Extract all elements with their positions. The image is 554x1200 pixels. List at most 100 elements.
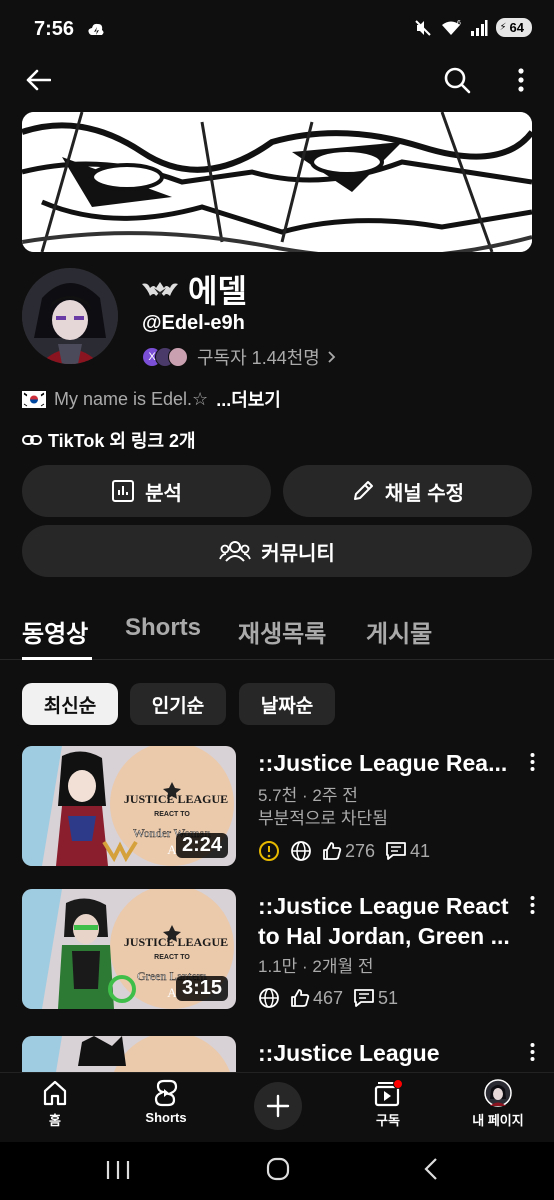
comment-count: 51 [378, 987, 399, 1008]
thumbnail-art [22, 1036, 236, 1072]
video-more-button[interactable] [520, 752, 544, 772]
comment-icon [354, 989, 374, 1007]
video-title[interactable]: ::Justice League React to Hal Jordan, Gr… [258, 891, 520, 951]
mute-icon [414, 19, 431, 36]
links-text: TikTok 외 링크 2개 [48, 431, 196, 451]
home-icon [43, 1080, 67, 1106]
svg-text:6: 6 [457, 20, 461, 27]
chip-latest[interactable]: 최신순 [22, 683, 118, 725]
globe-icon [259, 988, 279, 1008]
plus-icon [266, 1094, 290, 1118]
video-stats: 276 41 [258, 840, 430, 862]
video-more-button[interactable] [520, 895, 544, 915]
tab-posts[interactable]: 게시물 [366, 614, 432, 649]
chip-popular[interactable]: 인기순 [130, 683, 226, 725]
video-meta: 1.1만 · 2개월 전 [258, 957, 374, 976]
video-item[interactable]: REACT TO Green Lantern A JUSTICE LEAGUE … [0, 889, 554, 1013]
community-button[interactable]: 커뮤니티 [22, 525, 532, 577]
tab-shorts[interactable]: Shorts [125, 614, 201, 642]
video-title[interactable]: ::Justice League [258, 1038, 520, 1068]
more-options-button[interactable] [501, 60, 541, 100]
profile-avatar-icon [484, 1079, 512, 1107]
more-vert-icon [530, 1043, 534, 1061]
video-stats: 467 51 [258, 987, 398, 1009]
channel-handle: @Edel-e9h [142, 312, 245, 334]
nav-you[interactable]: 내 페이지 [448, 1079, 548, 1129]
channel-links[interactable]: TikTok 외 링크 2개 [22, 427, 196, 453]
bat-emblem-icon [142, 282, 178, 296]
back-system-button[interactable] [422, 1157, 440, 1186]
create-button[interactable] [254, 1082, 302, 1130]
people-icon [219, 541, 252, 562]
edit-channel-button[interactable]: 채널 수정 [283, 465, 532, 517]
system-navigation-bar [0, 1142, 554, 1200]
video-thumbnail[interactable]: REACT TO Green Lantern A JUSTICE LEAGUE … [22, 889, 236, 1009]
avatar-image [22, 268, 118, 364]
analytics-icon [112, 480, 135, 502]
video-thumbnail[interactable] [22, 1036, 236, 1072]
subscriber-row[interactable]: X 구독자 1.44천명 [142, 344, 336, 370]
back-button[interactable] [18, 60, 58, 100]
more-vert-icon [530, 896, 534, 914]
back-arrow-icon [26, 69, 51, 91]
search-icon [444, 67, 471, 94]
home-system-button[interactable] [266, 1157, 290, 1186]
subscriber-count: 구독자 1.44천명 [197, 348, 320, 368]
nav-subscriptions[interactable]: 구독 [338, 1079, 438, 1129]
video-item[interactable]: REACT TO Wonder Woman A JUSTICE LEAGUE 2… [0, 746, 554, 870]
subscriber-avatars: X [142, 347, 188, 367]
nav-home[interactable]: 홈 [5, 1079, 105, 1129]
video-more-button[interactable] [520, 1042, 544, 1062]
bottom-navigation: 홈 Shorts 구독 내 페이지 [0, 1072, 554, 1142]
tab-indicator [22, 657, 92, 660]
more-vert-icon [518, 68, 524, 92]
like-count: 467 [313, 987, 344, 1008]
description-text: My name is Edel.☆ [54, 388, 209, 409]
warning-icon[interactable] [258, 840, 280, 862]
tab-playlists[interactable]: 재생목록 [238, 614, 326, 649]
channel-description[interactable]: My name is Edel.☆ ...더보기 [22, 386, 281, 412]
subscriber-avatar [168, 347, 188, 367]
chip-oldest[interactable]: 날짜순 [239, 683, 335, 725]
nav-shorts[interactable]: Shorts [116, 1079, 216, 1125]
chevron-right-icon [328, 351, 336, 363]
channel-name-row: 에델 [142, 266, 247, 312]
link-icon [22, 435, 42, 445]
more-link[interactable]: ...더보기 [216, 386, 281, 412]
analytics-button[interactable]: 분석 [22, 465, 271, 517]
pencil-icon [353, 481, 373, 500]
video-title[interactable]: ::Justice League Rea... [258, 748, 520, 778]
search-button[interactable] [437, 60, 477, 100]
video-item[interactable]: ::Justice League [0, 1036, 554, 1072]
globe-icon [291, 841, 311, 861]
more-vert-icon [530, 753, 534, 771]
tab-videos[interactable]: 동영상 [22, 614, 88, 649]
channel-name: 에델 [188, 273, 247, 309]
recent-apps-button[interactable] [104, 1159, 132, 1186]
svg-text:REACT TO: REACT TO [154, 954, 190, 961]
channel-avatar[interactable] [22, 268, 118, 364]
video-restriction: 부분적으로 차단됨 [258, 809, 388, 828]
home-circle-icon [266, 1157, 290, 1181]
recent-apps-icon [106, 1161, 130, 1179]
video-duration: 2:24 [175, 833, 228, 858]
thumbnail-title: JUSTICE LEAGUE [123, 792, 229, 806]
banner-artwork [22, 112, 532, 252]
like-count: 276 [345, 840, 376, 861]
cloud-sync-icon [88, 23, 104, 35]
video-meta: 5.7천 · 2주 전 [258, 786, 358, 805]
video-thumbnail[interactable]: REACT TO Wonder Woman A JUSTICE LEAGUE 2… [22, 746, 236, 866]
korea-flag-icon [22, 390, 46, 408]
comment-icon [386, 842, 406, 860]
status-bar: 7:56 6 ⚡ 64 [0, 0, 554, 58]
battery-saver-icon: ⚡ [499, 22, 507, 33]
svg-text:REACT TO: REACT TO [154, 811, 190, 818]
wifi-icon: 6 [441, 20, 461, 35]
back-chevron-icon [424, 1158, 437, 1180]
channel-tabs: 동영상 Shorts 재생목록 게시물 [0, 604, 554, 660]
thumbs-up-icon [291, 989, 310, 1007]
shorts-icon [154, 1079, 178, 1107]
video-duration: 3:15 [175, 976, 228, 1001]
channel-banner [22, 112, 532, 252]
status-time: 7:56 [34, 18, 75, 40]
